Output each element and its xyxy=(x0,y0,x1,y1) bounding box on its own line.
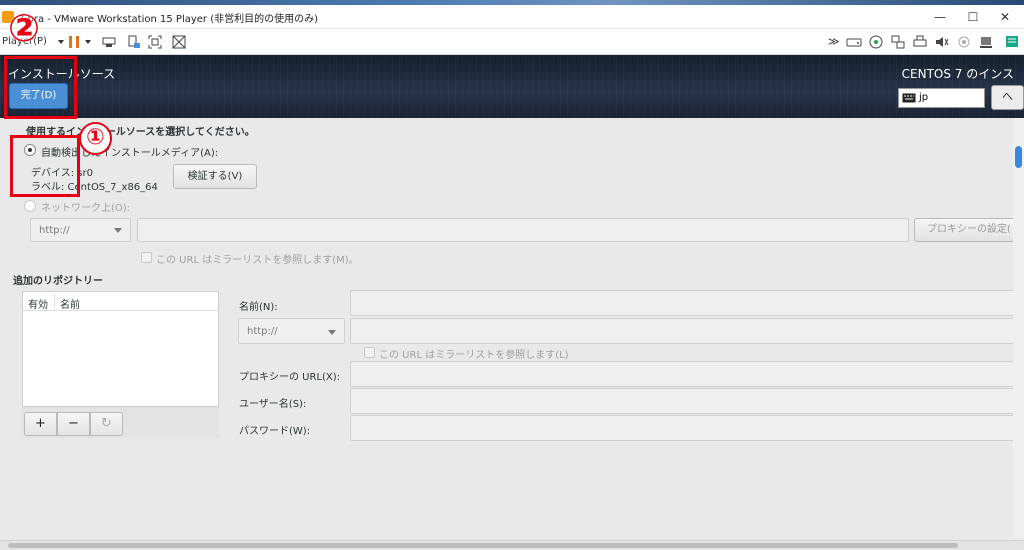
pause-icon[interactable] xyxy=(66,34,82,50)
protocol-select[interactable]: http:// xyxy=(30,218,131,242)
window-title: 7 pra - VMware Workstation 15 Player (非営… xyxy=(18,14,319,25)
chevron-down-icon xyxy=(114,228,122,233)
col-name[interactable]: 名前 xyxy=(60,296,80,311)
scroll-thumb[interactable] xyxy=(1015,146,1022,168)
network-label[interactable]: ネットワーク上(O): xyxy=(41,199,130,214)
repo-password-label: パスワード(W): xyxy=(239,426,311,437)
vertical-scrollbar[interactable] xyxy=(1013,118,1024,538)
keyboard-layout-indicator[interactable]: jp xyxy=(898,88,985,108)
repo-toolbar: + − ↻ xyxy=(22,406,219,438)
vm-settings-icon[interactable] xyxy=(126,34,142,50)
refresh-repo-button[interactable]: ↻ xyxy=(90,412,123,436)
printer-icon[interactable] xyxy=(912,34,928,50)
repo-name-input[interactable] xyxy=(350,290,1024,316)
repo-proxy-input[interactable] xyxy=(350,361,1024,387)
player-menu-chevron-icon[interactable] xyxy=(58,40,64,44)
repos-heading: 追加のリポジトリー xyxy=(13,276,103,287)
network-radio[interactable] xyxy=(24,200,36,212)
repo-password-input[interactable] xyxy=(350,415,1024,441)
mirror-label[interactable]: この URL はミラーリストを参照します(M)。 xyxy=(156,251,359,266)
repo-url-input[interactable] xyxy=(350,318,1024,344)
hdd-icon[interactable] xyxy=(846,34,862,50)
unity-icon[interactable] xyxy=(171,34,187,50)
network-icon[interactable] xyxy=(890,34,906,50)
annotation-box-auto-media xyxy=(10,135,80,197)
repo-user-input[interactable] xyxy=(350,388,1024,414)
cd-icon[interactable] xyxy=(868,34,884,50)
display-icon[interactable] xyxy=(978,34,994,50)
keyboard-layout-value: jp xyxy=(919,92,929,103)
keyboard-icon xyxy=(902,93,916,106)
protocol-value: http:// xyxy=(39,225,70,236)
repo-protocol-value: http:// xyxy=(247,326,278,337)
annotation-box-done xyxy=(4,56,77,119)
repo-proxy-label: プロキシーの URL(X): xyxy=(239,372,341,383)
col-enabled[interactable]: 有効 xyxy=(28,296,48,311)
header-background xyxy=(0,55,1024,118)
vmware-toolbar: Player(P) ≫ xyxy=(0,29,1024,55)
horizontal-scrollbar[interactable] xyxy=(0,540,1024,550)
usb-icon[interactable] xyxy=(956,34,972,50)
send-keys-icon[interactable] xyxy=(101,34,117,50)
hscroll-thumb[interactable] xyxy=(8,543,958,548)
repo-name-label: 名前(N): xyxy=(239,302,278,313)
fullscreen-icon[interactable] xyxy=(147,34,163,50)
installer-header: インストールソース 完了(D) CENTOS 7 のインス jp へ xyxy=(0,55,1024,118)
minimize-button[interactable]: — xyxy=(925,8,955,26)
verify-button[interactable]: 検証する(V) xyxy=(173,164,257,189)
repo-protocol-select[interactable]: http:// xyxy=(238,318,345,344)
repo-mirror-label[interactable]: この URL はミラーリストを参照します(L) xyxy=(379,346,569,361)
more-icon[interactable]: ≫ xyxy=(828,35,840,48)
message-icon[interactable] xyxy=(1004,34,1020,50)
proxy-settings-button[interactable]: プロキシーの設定( xyxy=(914,218,1024,242)
add-repo-button[interactable]: + xyxy=(24,412,57,436)
close-button[interactable]: ✕ xyxy=(990,8,1020,26)
chevron-down-icon xyxy=(328,330,336,335)
annotation-number-one: ① xyxy=(79,122,112,155)
url-input[interactable] xyxy=(137,218,909,242)
col-divider xyxy=(54,294,55,308)
annotation-number-two: ② xyxy=(8,6,41,50)
mirror-checkbox[interactable] xyxy=(141,252,152,263)
repo-user-label: ユーザー名(S): xyxy=(239,399,307,410)
repo-list-header: 有効 名前 xyxy=(23,292,218,311)
product-title: CENTOS 7 のインス xyxy=(901,67,1014,81)
repo-mirror-checkbox[interactable] xyxy=(364,347,375,358)
pause-chevron-icon[interactable] xyxy=(85,40,91,44)
maximize-button[interactable]: ☐ xyxy=(958,8,988,26)
window-titlebar: 7 pra - VMware Workstation 15 Player (非営… xyxy=(0,5,1024,29)
remove-repo-button[interactable]: − xyxy=(57,412,90,436)
sound-icon[interactable] xyxy=(934,34,950,50)
help-button[interactable]: へ xyxy=(991,85,1024,110)
